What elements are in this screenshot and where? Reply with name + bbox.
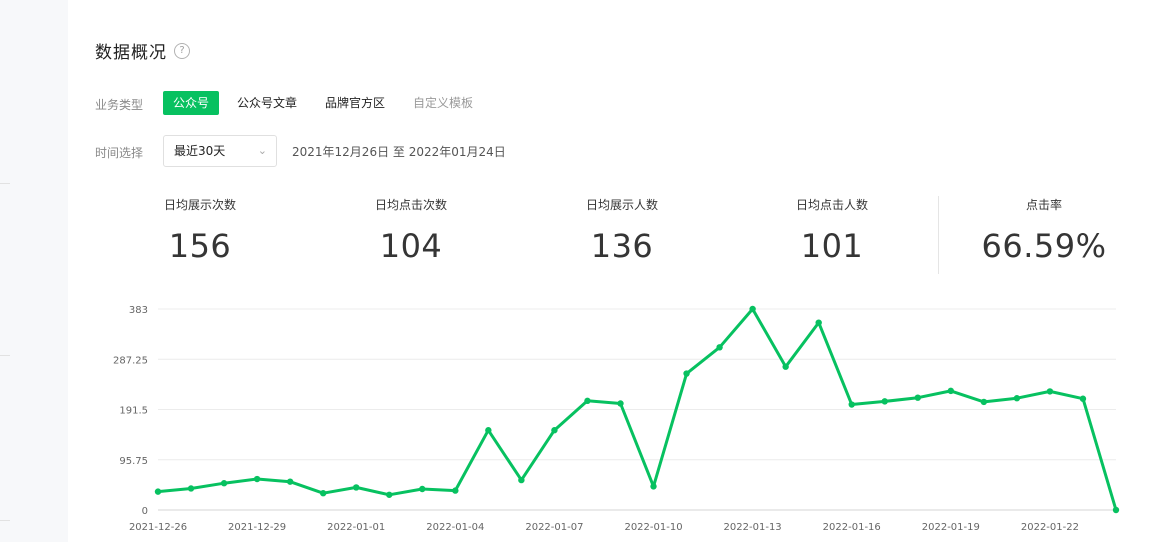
y-tick-label: 383 [129,305,148,316]
data-point [716,344,723,351]
data-point [353,484,360,491]
x-tick-label: 2022-01-10 [624,522,682,533]
y-tick-label: 191.5 [119,406,148,417]
data-point [1079,395,1087,402]
data-point [683,370,690,377]
data-point [617,400,624,407]
data-point [386,491,393,498]
data-point [815,319,822,326]
data-point [518,476,525,484]
data-point [154,488,162,495]
x-tick-label: 2022-01-19 [922,522,980,533]
data-point [452,487,459,494]
x-tick-label: 2022-01-01 [327,522,385,533]
data-point [1046,388,1054,395]
data-point [253,475,261,483]
y-tick-label: 95.75 [119,456,148,467]
left-sidebar [0,0,68,542]
data-point [551,427,558,434]
data-point [485,427,492,434]
x-tick-label: 2022-01-04 [426,522,484,533]
data-point [914,394,921,401]
sidebar-divider [0,183,10,184]
data-point [947,387,955,395]
data-overview-panel: 数据概况 ? 业务类型 公众号 公众号文章 品牌官方区 自定义模板 时间选择 最… [68,0,1174,542]
data-point [1112,506,1120,514]
y-tick-label: 287.25 [113,355,148,366]
data-point [584,397,591,405]
x-tick-label: 2022-01-16 [823,522,881,533]
data-point [980,398,988,406]
x-tick-label: 2021-12-29 [228,522,286,533]
data-point [881,398,888,405]
x-tick-label: 2022-01-07 [525,522,583,533]
sidebar-divider [0,520,10,521]
data-point [782,363,789,370]
data-point [749,305,756,313]
x-tick-label: 2022-01-22 [1021,522,1079,533]
data-point [286,478,294,485]
sidebar-divider [0,355,10,356]
data-point [187,485,195,492]
x-tick-label: 2022-01-13 [724,522,782,533]
data-point [848,401,855,408]
x-tick-label: 2021-12-26 [129,522,187,533]
data-point [419,485,426,493]
trend-line-chart: 0 95.75 191.5 287.25 383 2021-12-26 2021-12-29… [113,305,1120,533]
data-point [319,490,327,497]
data-point [1013,395,1021,402]
data-point [220,480,228,487]
y-tick-label: 0 [142,506,148,517]
data-point [650,483,657,490]
